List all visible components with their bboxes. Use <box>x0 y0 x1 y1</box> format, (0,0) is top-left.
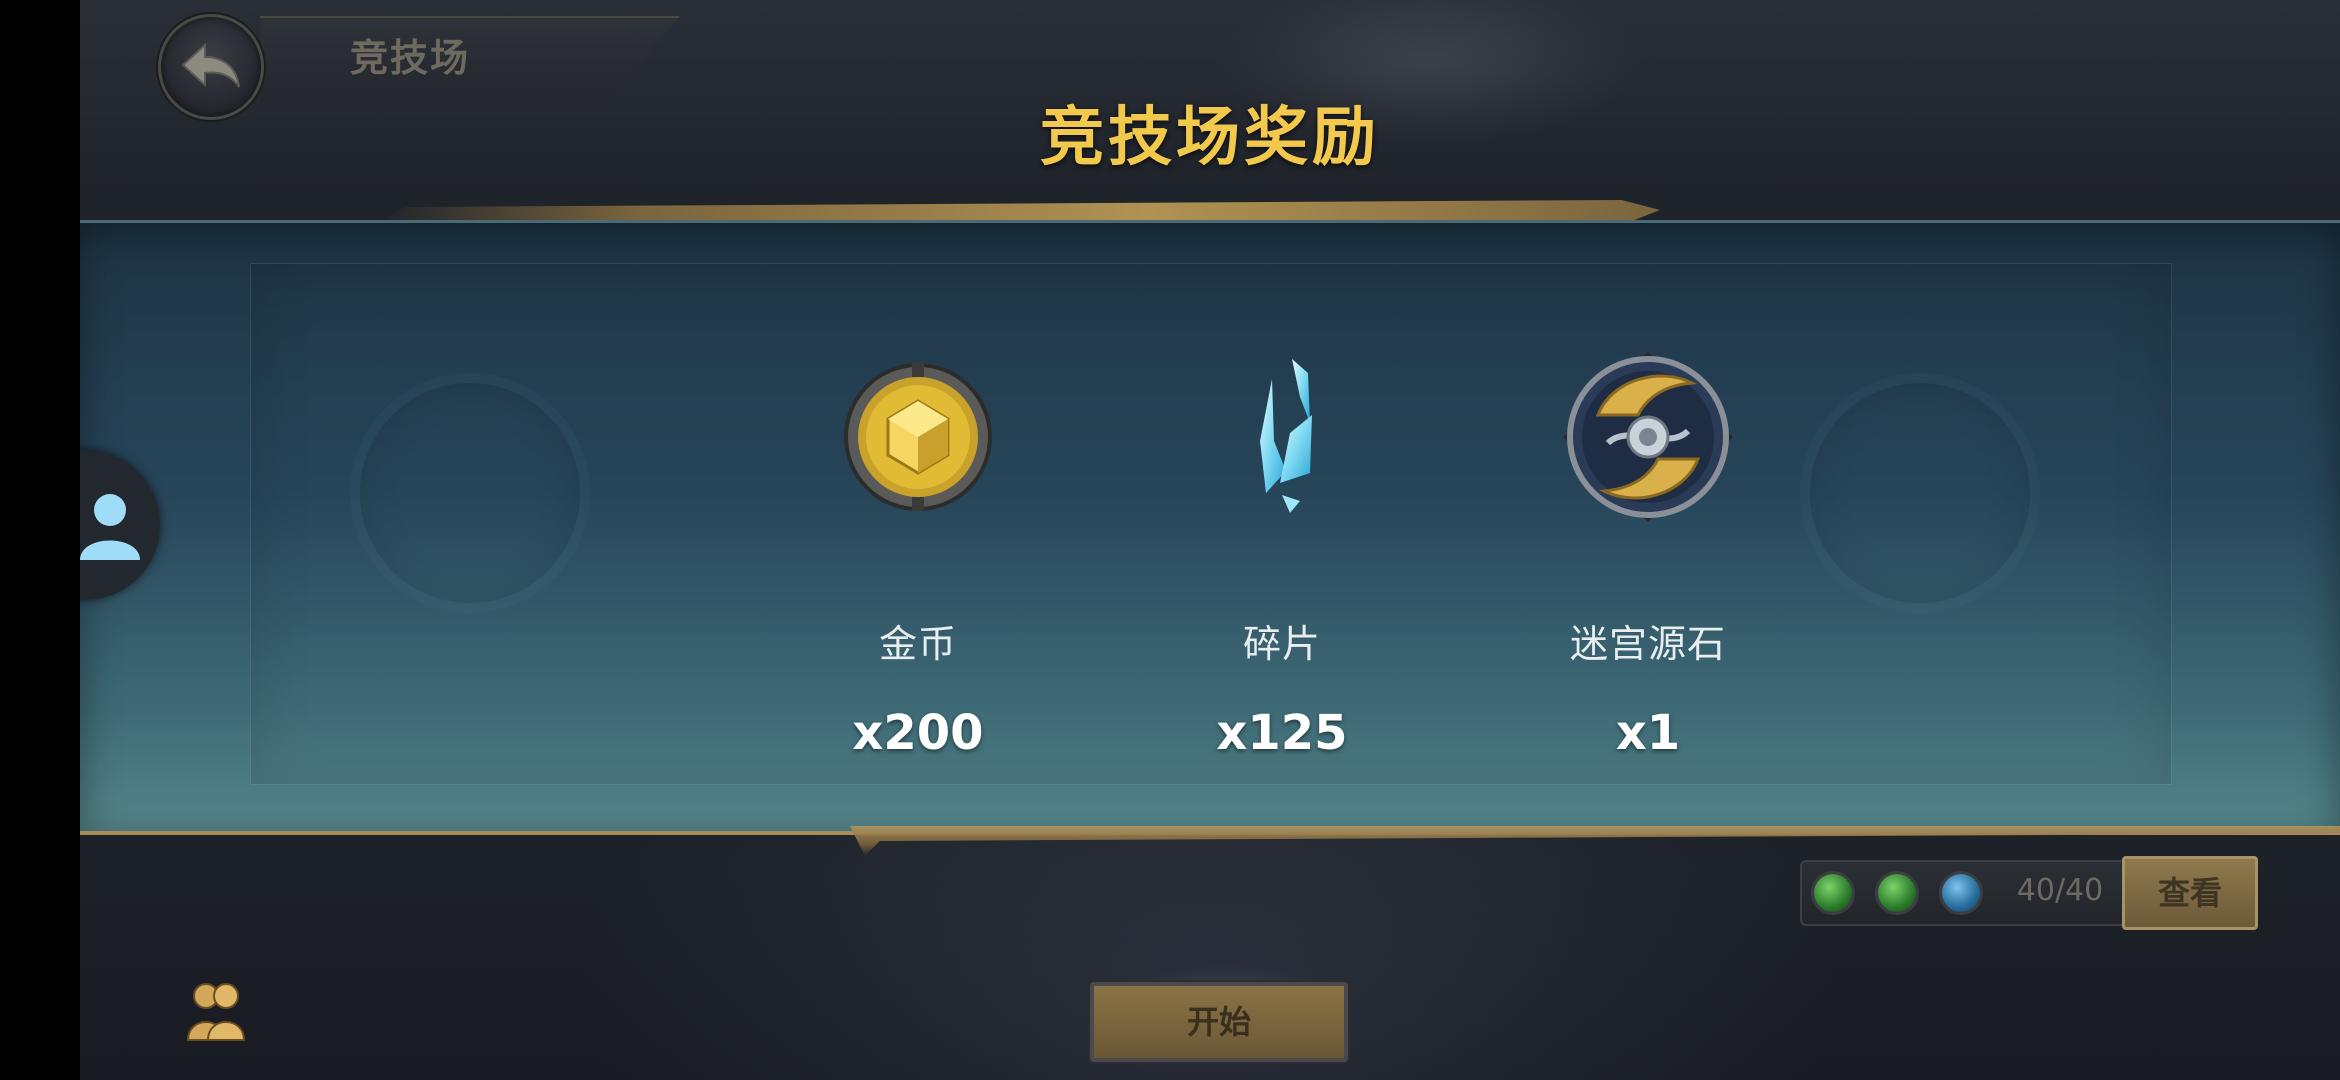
reward-name: 金币 <box>878 622 957 666</box>
reward-item-shard: 碎片 x125 <box>1102 323 1462 783</box>
page-title: 竞技场奖励 <box>1040 101 1380 175</box>
reward-name: 迷宫源石 <box>1569 622 1726 666</box>
gold-coin-icon <box>798 323 1038 563</box>
start-button[interactable]: 开始 <box>1090 982 1348 1062</box>
green-orb-icon <box>1814 874 1852 912</box>
reward-count: x1 <box>1615 705 1681 761</box>
reward-name: 碎片 <box>1242 622 1321 666</box>
stamina-count: 40/40 <box>2016 873 2104 908</box>
crystal-shard-icon <box>1162 323 1402 563</box>
back-tab-label[interactable]: 竞技场 <box>350 30 550 86</box>
blue-orb-icon <box>1942 874 1980 912</box>
labyrinth-stone-icon <box>1528 323 1768 563</box>
view-button[interactable]: 查看 <box>2122 856 2258 930</box>
title-divider <box>380 200 1660 220</box>
reward-count: x125 <box>1216 705 1348 761</box>
empty-slot <box>350 373 590 613</box>
green-orb-icon <box>1878 874 1916 912</box>
reward-item-gold: 金币 x200 <box>738 323 1098 783</box>
friends-button[interactable] <box>184 978 248 1048</box>
empty-slot <box>1800 373 2040 613</box>
friends-icon <box>186 983 246 1041</box>
reward-count: x200 <box>852 705 984 761</box>
player-icon <box>80 494 140 560</box>
reward-item-labyrinth-stone: 迷宫源石 x1 <box>1468 323 1828 783</box>
game-screen: 竞技场 竞技场奖励 金币 x200 碎片 x125 迷宫源石 x1 40/40 … <box>80 0 2340 1080</box>
reward-panel: 金币 x200 碎片 x125 迷宫源石 x1 <box>80 220 2340 835</box>
panel-divider <box>850 826 2340 856</box>
